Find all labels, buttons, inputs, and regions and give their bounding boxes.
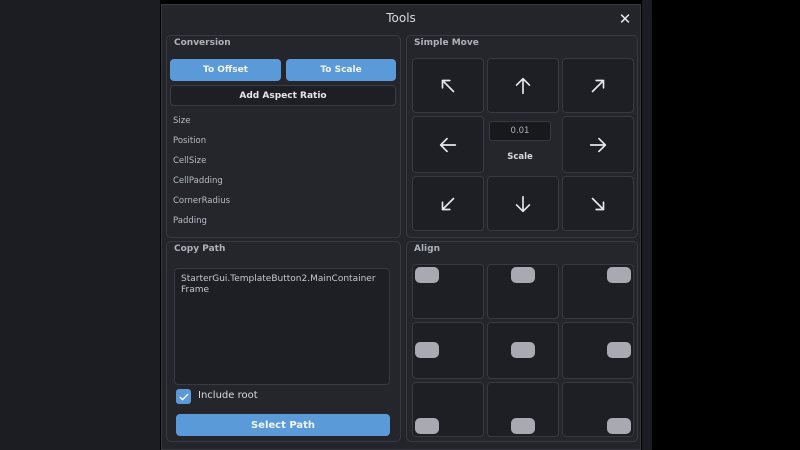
align-marker (607, 418, 631, 434)
align-middle-left[interactable] (412, 322, 484, 379)
close-icon[interactable]: ✕ (616, 10, 634, 28)
align-bottom-left[interactable] (412, 382, 484, 437)
align-marker (607, 342, 631, 358)
align-top-right[interactable] (562, 264, 634, 319)
include-root-checkbox[interactable] (176, 389, 191, 404)
arrow-down-left-icon[interactable] (412, 176, 484, 231)
property-position[interactable]: Position (173, 136, 206, 146)
arrow-left-icon[interactable] (412, 116, 484, 173)
align-marker (511, 418, 535, 434)
align-marker (511, 342, 535, 358)
add-aspect-ratio-button[interactable]: Add Aspect Ratio (170, 85, 396, 106)
select-path-button[interactable]: Select Path (176, 414, 390, 436)
to-scale-button[interactable]: To Scale (286, 59, 396, 81)
arrow-right-icon[interactable] (562, 116, 634, 173)
align-marker (607, 267, 631, 283)
conversion-title: Conversion (174, 38, 231, 48)
align-middle-right[interactable] (562, 322, 634, 379)
align-panel: Align (406, 241, 638, 442)
property-cornerradius[interactable]: CornerRadius (173, 196, 230, 206)
arrow-up-left-icon[interactable] (412, 58, 484, 113)
simple-move-panel: Simple Move Scale (406, 35, 638, 238)
title-bar: Tools ✕ (162, 5, 640, 33)
property-cellsize[interactable]: CellSize (173, 156, 206, 166)
scale-input[interactable] (489, 121, 551, 141)
align-bottom-right[interactable] (562, 382, 634, 437)
align-marker (415, 418, 439, 434)
property-cellpadding[interactable]: CellPadding (173, 176, 223, 186)
copy-path-title: Copy Path (174, 244, 226, 254)
align-marker (415, 342, 439, 358)
property-padding[interactable]: Padding (173, 216, 207, 226)
align-center[interactable] (487, 322, 559, 379)
to-offset-button[interactable]: To Offset (170, 59, 281, 81)
window-title: Tools (386, 11, 416, 25)
scale-label: Scale (507, 152, 533, 162)
arrow-up-right-icon[interactable] (562, 58, 634, 113)
align-bottom-center[interactable] (487, 382, 559, 437)
copy-path-panel: Copy Path StarterGui.TemplateButton2.Mai… (166, 241, 401, 442)
path-textbox[interactable]: StarterGui.TemplateButton2.MainContainer… (174, 268, 390, 385)
align-top-left[interactable] (412, 264, 484, 319)
arrow-up-icon[interactable] (487, 58, 559, 113)
arrow-down-right-icon[interactable] (562, 176, 634, 231)
simple-move-title: Simple Move (414, 38, 479, 48)
conversion-panel: Conversion To Offset To Scale Add Aspect… (166, 35, 401, 238)
background-left-panel (0, 0, 160, 450)
align-marker (415, 267, 439, 283)
align-marker (511, 267, 535, 283)
background-right-panel (642, 0, 652, 450)
align-title: Align (414, 244, 440, 254)
property-size[interactable]: Size (173, 116, 190, 126)
tools-window: Tools ✕ Conversion To Offset To Scale Ad… (161, 4, 641, 450)
include-root-label: Include root (198, 390, 258, 401)
align-top-center[interactable] (487, 264, 559, 319)
arrow-down-icon[interactable] (487, 176, 559, 231)
checkmark-icon (179, 393, 188, 400)
